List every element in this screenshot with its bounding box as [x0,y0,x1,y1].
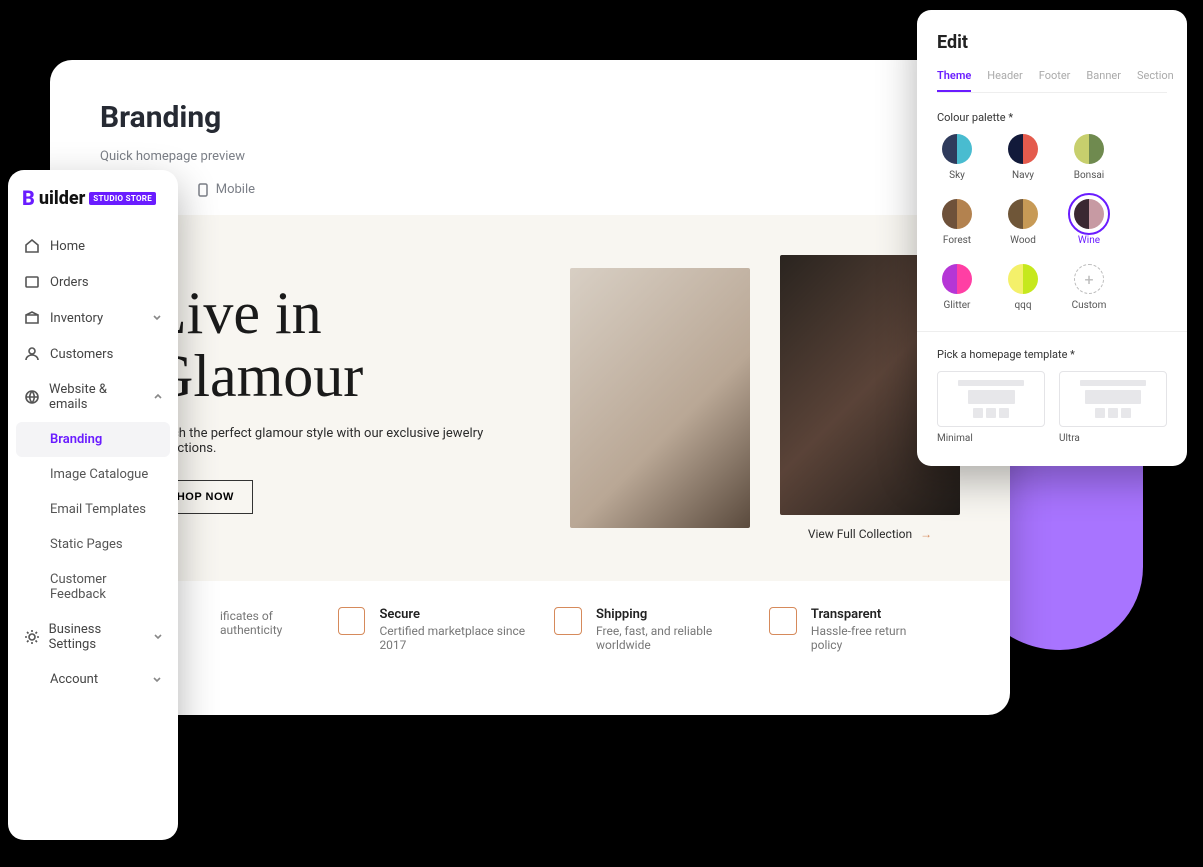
logo-text: uilder [39,188,85,209]
chevron-down-icon [153,632,162,642]
template-ultra-thumb [1059,371,1167,427]
nav-business-settings[interactable]: Business Settings [8,612,178,662]
subnav-customer-feedback[interactable]: Customer Feedback [16,562,170,612]
page-subtitle: Quick homepage preview [100,149,960,164]
feature-transparent: TransparentHassle-free return policy [769,607,940,652]
nav-website-label: Website & emails [49,382,143,412]
edit-tabs: Theme Header Footer Banner Section [937,69,1167,93]
edit-panel-title: Edit [937,32,1167,53]
home-icon [24,238,40,254]
device-mobile[interactable]: Mobile [196,182,255,197]
template-ultra-label: Ultra [1059,433,1167,444]
nav-website-emails[interactable]: Website & emails [8,372,178,422]
chevron-down-icon [152,675,162,685]
palette-wood[interactable]: Wood [1003,199,1043,246]
studio-store-badge: STUDIO STORE [89,192,156,205]
nav-orders[interactable]: Orders [8,264,178,300]
tab-header[interactable]: Header [987,69,1022,92]
edit-panel: Edit Theme Header Footer Banner Section … [917,10,1187,466]
palette-forest[interactable]: Forest [937,199,977,246]
nav-inventory-label: Inventory [50,311,103,326]
template-picker: Minimal Ultra [937,371,1167,444]
template-minimal[interactable]: Minimal [937,371,1045,444]
template-minimal-thumb [937,371,1045,427]
tab-footer[interactable]: Footer [1039,69,1071,92]
template-ultra[interactable]: Ultra [1059,371,1167,444]
device-switcher: Tablet Mobile [100,182,960,197]
customers-icon [24,346,40,362]
arrow-right-icon: → [920,527,932,541]
nav-home[interactable]: Home [8,228,178,264]
colour-palette-grid: Sky Navy Bonsai Forest Wood Wine Glitter qqq +Cu… [937,134,1167,311]
branding-preview-card: Branding Quick homepage preview Tablet M… [50,60,1010,715]
view-collection-label: View Full Collection [808,527,912,541]
feature-authenticity: ificates of authenticity [220,607,338,652]
sidebar: Builder STUDIO STORE Home Orders Invento… [8,170,178,840]
template-minimal-label: Minimal [937,433,1045,444]
nav-orders-label: Orders [50,275,89,290]
gear-icon [24,629,39,645]
orders-icon [24,274,40,290]
divider [917,331,1187,332]
tab-theme[interactable]: Theme [937,69,971,92]
palette-sky[interactable]: Sky [937,134,977,181]
page-title: Branding [100,100,960,135]
truck-icon [554,607,582,635]
device-mobile-label: Mobile [216,182,255,197]
subnav-static-pages[interactable]: Static Pages [16,527,170,562]
mobile-icon [196,183,210,197]
palette-navy[interactable]: Navy [1003,134,1043,181]
hero-text-block: Live in Glamour Reach the perfect glamou… [150,282,540,514]
subnav-branding[interactable]: Branding [16,422,170,457]
nav-business-label: Business Settings [49,622,143,652]
chevron-down-icon [152,313,162,323]
inventory-icon [24,310,40,326]
palette-qqq[interactable]: qqq [1003,264,1043,311]
window-icon [769,607,797,635]
nav-account[interactable]: Account [8,662,178,697]
palette-bonsai[interactable]: Bonsai [1069,134,1109,181]
subnav-email-templates[interactable]: Email Templates [16,492,170,527]
product-photo-1 [570,268,750,528]
nav-inventory[interactable]: Inventory [8,300,178,336]
palette-glitter[interactable]: Glitter [937,264,977,311]
hero-headline: Live in Glamour [150,282,540,408]
tab-banner[interactable]: Banner [1086,69,1121,92]
nav-account-label: Account [50,672,98,687]
globe-icon [24,389,39,405]
palette-add-custom[interactable]: +Custom [1069,264,1109,311]
hero-image-1 [570,268,750,528]
nav-customers-label: Customers [50,347,113,362]
nav-home-label: Home [50,239,85,254]
logo[interactable]: Builder STUDIO STORE [8,186,178,228]
template-label: Pick a homepage template * [937,348,1167,361]
view-full-collection-link[interactable]: View Full Collection → [808,527,932,541]
homepage-preview: Live in Glamour Reach the perfect glamou… [50,215,1010,581]
nav-customers[interactable]: Customers [8,336,178,372]
colour-palette-label: Colour palette * [937,111,1167,124]
subnav-image-catalogue[interactable]: Image Catalogue [16,457,170,492]
chevron-up-icon [153,392,162,402]
tab-section[interactable]: Section [1137,69,1174,92]
logo-b: B [22,186,35,210]
feature-secure: SecureCertified marketplace since 2017 [338,607,555,652]
feature-shipping: ShippingFree, fast, and reliable worldwi… [554,607,769,652]
feature-row: ificates of authenticity SecureCertified… [100,581,960,652]
hero-tagline: Reach the perfect glamour style with our… [150,426,540,456]
lock-icon [338,607,366,635]
palette-wine[interactable]: Wine [1069,199,1109,246]
